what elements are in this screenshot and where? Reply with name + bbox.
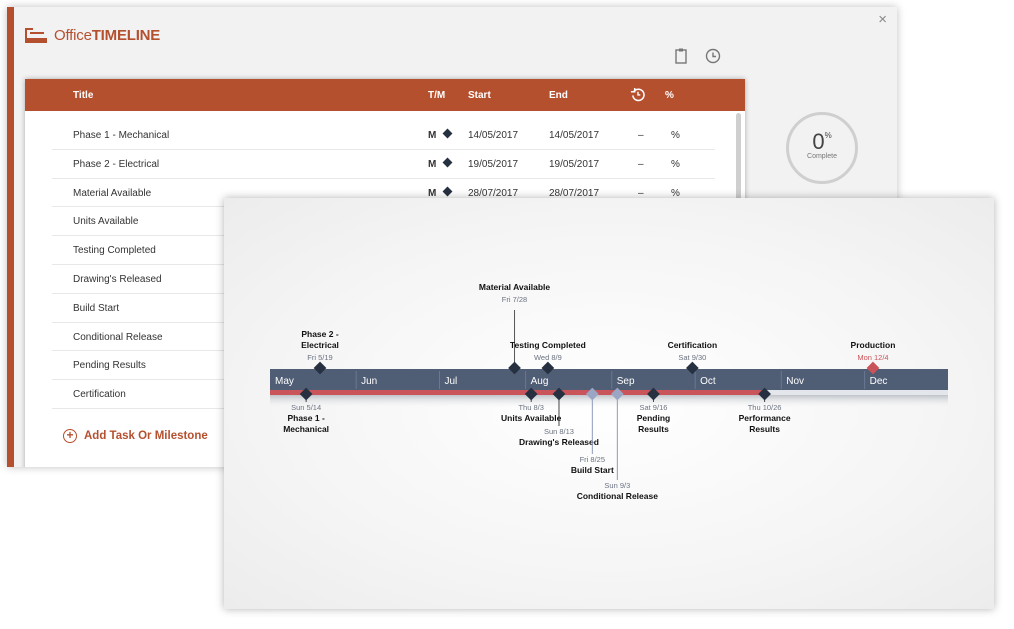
month-label: Sep bbox=[617, 376, 635, 387]
progress-value: 0 bbox=[812, 129, 825, 154]
table-header: Title T/M Start End % bbox=[25, 79, 745, 111]
row-start: 28/07/2017 bbox=[468, 187, 519, 199]
progress-ring: 0% Complete bbox=[786, 112, 858, 184]
row-title: Certification bbox=[73, 389, 126, 401]
header-start[interactable]: Start bbox=[468, 90, 491, 101]
milestone-date: Sat 9/30 bbox=[678, 353, 706, 362]
row-title: Units Available bbox=[73, 216, 139, 228]
milestone-label: Drawing's Released bbox=[519, 437, 599, 447]
milestone-label: Mechanical bbox=[283, 424, 329, 434]
timeline-chart: May Jun Jul Aug Sep Oct Nov Dec Sun 5/14Phase 1 … bbox=[270, 282, 948, 501]
milestone-date: Sun 5/14 bbox=[291, 403, 321, 412]
milestone-label: Conditional Release bbox=[577, 491, 659, 501]
milestone-label: Material Available bbox=[479, 282, 550, 292]
milestone-label: Phase 2 - bbox=[301, 329, 338, 339]
row-title: Build Start bbox=[73, 302, 120, 314]
row-start: 19/05/2017 bbox=[468, 158, 519, 170]
milestone-date: Sun 8/13 bbox=[544, 427, 574, 436]
milestone-diamond-icon bbox=[442, 186, 453, 197]
row-title: Phase 2 - Electrical bbox=[73, 158, 160, 170]
progress-unit: % bbox=[824, 131, 832, 140]
milestone-label: Certification bbox=[668, 340, 718, 350]
row-start: 14/05/2017 bbox=[468, 130, 519, 141]
row-percent: % bbox=[671, 187, 680, 199]
band-shadow bbox=[270, 395, 948, 409]
milestone-label: Results bbox=[638, 424, 669, 434]
milestone-label: Results bbox=[749, 424, 780, 434]
month-label: May bbox=[275, 376, 294, 387]
row-end: 28/07/2017 bbox=[549, 187, 600, 199]
row-type: M bbox=[428, 130, 437, 141]
month-label: Jun bbox=[361, 376, 377, 387]
table-row[interactable]: Phase 1 - Mechanical M 14/05/2017 14/05/201… bbox=[52, 121, 715, 150]
row-percent: % bbox=[671, 158, 680, 170]
milestone-date: Fri 8/25 bbox=[580, 455, 605, 464]
row-type: M bbox=[428, 187, 437, 199]
row-shift: – bbox=[638, 130, 644, 141]
milestone-date: Fri 5/19 bbox=[307, 353, 332, 362]
row-title: Pending Results bbox=[73, 360, 146, 372]
header-percent[interactable]: % bbox=[665, 90, 674, 101]
milestone-date: Mon 12/4 bbox=[857, 353, 888, 362]
accent-bar bbox=[7, 7, 14, 467]
logo-office: Office bbox=[54, 27, 92, 44]
month-label: Dec bbox=[870, 376, 888, 387]
milestone-date: Sat 9/16 bbox=[639, 403, 667, 412]
add-task-button[interactable]: + Add Task Or Milestone bbox=[63, 429, 208, 443]
milestone-label: Units Available bbox=[501, 413, 562, 423]
milestone-date: Thu 10/26 bbox=[748, 403, 782, 412]
month-label: Jul bbox=[445, 376, 458, 387]
month-label: Oct bbox=[700, 376, 716, 387]
clipboard-icon[interactable] bbox=[672, 47, 690, 65]
milestone-label: Phase 1 - bbox=[287, 413, 324, 423]
logo-timeline: TIMELINE bbox=[91, 27, 161, 44]
row-title: Material Available bbox=[73, 187, 152, 199]
header-tm[interactable]: T/M bbox=[428, 90, 445, 101]
milestone-label: Pending bbox=[637, 413, 671, 423]
row-shift: – bbox=[638, 187, 644, 199]
month-label: Nov bbox=[786, 376, 804, 387]
milestone-label: Testing Completed bbox=[510, 340, 586, 350]
milestone-label: Build Start bbox=[571, 465, 614, 475]
row-shift: – bbox=[638, 158, 644, 170]
progress-label: Complete bbox=[807, 153, 837, 160]
row-end: 19/05/2017 bbox=[549, 158, 600, 170]
row-title: Phase 1 - Mechanical bbox=[73, 130, 170, 141]
month-label: Aug bbox=[531, 376, 549, 387]
logo: OfficeTIMELINE bbox=[25, 27, 160, 44]
row-end: 14/05/2017 bbox=[549, 130, 600, 141]
add-task-label: Add Task Or Milestone bbox=[84, 430, 208, 442]
row-type: M bbox=[428, 158, 437, 170]
row-percent: % bbox=[671, 130, 680, 141]
add-icon: + bbox=[63, 429, 77, 443]
milestone-diamond-icon bbox=[442, 128, 453, 139]
milestone-label: Production bbox=[851, 340, 896, 350]
milestone-diamond-icon bbox=[442, 157, 453, 168]
milestone-date: Sun 9/3 bbox=[604, 481, 630, 490]
milestone: Phase 2 -Electrical Fri 5/19 bbox=[301, 329, 339, 375]
logo-icon bbox=[25, 27, 47, 44]
timeline-slide: May Jun Jul Aug Sep Oct Nov Dec Sun 5/14 Phase 1 … bbox=[224, 198, 994, 609]
row-title: Testing Completed bbox=[73, 245, 156, 257]
row-title: Conditional Release bbox=[73, 331, 163, 343]
milestone-date: Fri 7/28 bbox=[502, 295, 527, 304]
header-title[interactable]: Title bbox=[73, 90, 93, 101]
milestone-label: Performance bbox=[739, 413, 791, 423]
milestone-date: Thu 8/3 bbox=[518, 403, 543, 412]
row-title: Drawing's Released bbox=[73, 273, 162, 285]
milestone-label: Electrical bbox=[301, 340, 339, 350]
close-button[interactable]: × bbox=[878, 11, 887, 28]
clock-icon[interactable] bbox=[704, 47, 722, 65]
milestone-date: Wed 8/9 bbox=[534, 353, 562, 362]
progress-bar bbox=[270, 390, 765, 395]
table-row[interactable]: Phase 2 - Electrical M 19/05/2017 19/05/201… bbox=[52, 150, 715, 179]
history-icon[interactable] bbox=[630, 87, 645, 102]
header-end[interactable]: End bbox=[549, 90, 568, 101]
